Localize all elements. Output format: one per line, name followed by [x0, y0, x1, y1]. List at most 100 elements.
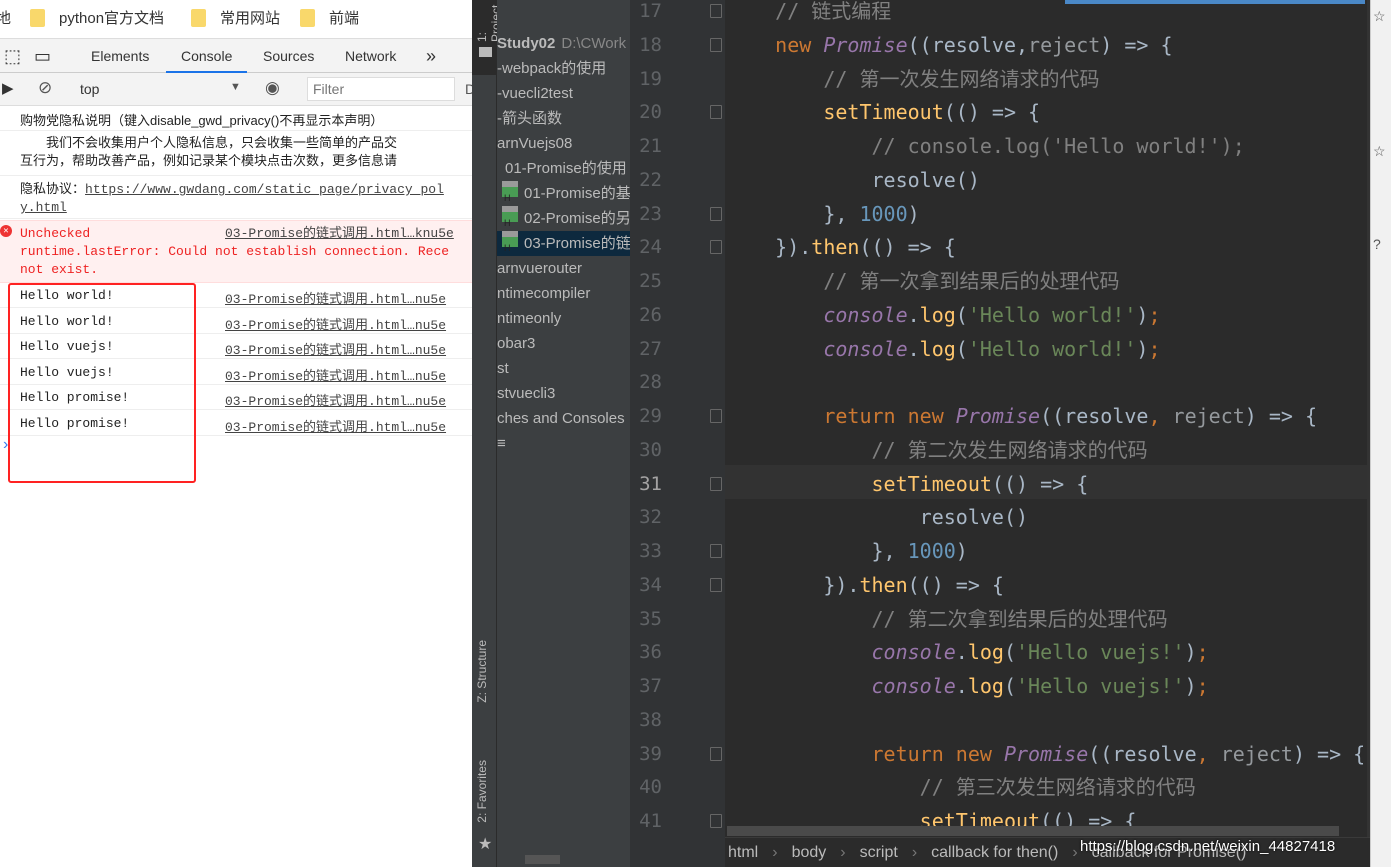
breadcrumb-item[interactable]: callback for then() [931, 844, 1058, 862]
bookmark-frontend[interactable]: 前端 [300, 0, 359, 35]
code-line: setTimeout(() => { [727, 95, 1040, 129]
code-token: }). [727, 235, 812, 260]
clear-console-icon[interactable]: ⊘ [38, 78, 52, 98]
editor-gutter: 17 18 19 20 21 22 23 24 25 26 27 28 29 30 31 32 33 34 35 36… [630, 0, 725, 867]
tree-item[interactable]: obar3 [497, 331, 535, 356]
code-token: ( [955, 302, 968, 327]
tree-item[interactable]: H 03-Promise的链 [497, 231, 630, 256]
levels-dropdown[interactable]: D [465, 81, 472, 97]
code-token: 1000 [907, 539, 956, 563]
source-link[interactable]: 03-Promise的链式调用.html…nu5e [225, 339, 446, 358]
tab-structure[interactable]: Z: Structure [475, 640, 489, 703]
fold-marker-icon[interactable] [710, 476, 722, 491]
folder-icon [191, 8, 206, 27]
sidebar-toggle-icon[interactable]: ▶ [2, 79, 14, 97]
source-link[interactable]: 03-Promise的链式调用.html…nu5e [225, 390, 446, 409]
chevron-down-icon[interactable]: ▼ [230, 81, 241, 93]
device-toolbar-icon[interactable]: ▭ [34, 39, 51, 73]
code-line: return new Promise((resolve, reject) => … [727, 399, 1317, 433]
html-file-icon: H [502, 231, 518, 253]
fold-marker-icon[interactable] [710, 814, 722, 828]
line-number: 21 [639, 135, 662, 157]
code-token: ( [1003, 640, 1016, 665]
tree-item[interactable]: -箭头函数 [497, 106, 562, 131]
ide-window: 1: Project Z: Structure 2: Favorites ★ S… [472, 0, 1370, 867]
breadcrumb-item[interactable]: script [860, 844, 898, 862]
fold-marker-icon[interactable] [710, 409, 722, 423]
fold-marker-icon[interactable] [710, 544, 722, 558]
tree-item[interactable]: -vuecli2test [497, 81, 573, 106]
code-token: // 第一次发生网络请求的代码 [727, 66, 1100, 91]
line-number: 37 [639, 675, 662, 697]
code-token: 'Hello world!' [967, 302, 1137, 327]
inspect-element-icon[interactable]: ⬚ [4, 39, 21, 73]
code-token: (() => { [907, 572, 1004, 597]
tree-item[interactable]: -webpack的使用 [497, 56, 606, 81]
source-link[interactable]: 03-Promise的链式调用.html…nu5e [225, 288, 446, 307]
fold-marker-icon[interactable] [710, 206, 722, 221]
tree-item[interactable]: Study02 D:\CWork [497, 31, 626, 56]
tree-item-label: ≡ [497, 435, 506, 452]
code-token: }, [727, 201, 860, 226]
tree-item-label: -箭头函数 [497, 110, 562, 127]
source-link[interactable]: 03-Promise的链式调用.html…nu5e [225, 416, 446, 435]
chevron-right-icon: › [1072, 843, 1078, 861]
tab-console[interactable]: Console [166, 39, 248, 73]
code-token: return new [727, 741, 1004, 766]
tree-item[interactable]: stvuecli3 [497, 381, 555, 406]
star-icon[interactable]: ☆ [1373, 143, 1386, 160]
code-token: . [955, 640, 968, 665]
code-token: console [727, 302, 908, 327]
eye-icon[interactable]: ◉ [265, 78, 280, 98]
star-icon[interactable]: ☆ [1373, 8, 1386, 25]
bookmark-cut[interactable]: 地 [0, 0, 11, 35]
console-error: ✕ Unchecked runtime.lastError: Could not… [0, 220, 472, 283]
chevron-right-icon: › [911, 843, 918, 861]
tree-scrollbar[interactable] [525, 855, 560, 864]
horizontal-scrollbar[interactable] [727, 826, 1339, 836]
fold-marker-icon[interactable] [710, 577, 722, 592]
editor-tab-indicator [1065, 0, 1365, 4]
tree-item[interactable]: arnvuerouter [497, 256, 582, 281]
line-number: 19 [639, 67, 662, 90]
tree-item-label: ntimecompiler [497, 285, 591, 302]
tree-item[interactable]: H 02-Promise的另 [497, 206, 630, 231]
filter-input[interactable] [307, 77, 455, 101]
tree-item[interactable]: ntimeonly [497, 306, 561, 331]
tab-sources[interactable]: Sources [263, 39, 314, 73]
tab-favorites[interactable]: 2: Favorites [475, 760, 489, 823]
tree-item[interactable]: ches and Consoles [497, 406, 625, 431]
bookmark-python-docs[interactable]: python官方文档 [30, 0, 164, 35]
tree-item[interactable]: ≡ [497, 431, 506, 456]
bookmark-common-sites[interactable]: 常用网站 [191, 0, 280, 35]
breadcrumb-item[interactable]: html [728, 844, 758, 862]
chevron-right-icon: › [772, 843, 778, 861]
more-tabs-button[interactable]: » [426, 39, 436, 73]
fold-marker-icon[interactable] [710, 105, 722, 120]
tree-item[interactable]: 01-Promise的使用 [497, 156, 627, 181]
fold-marker-icon[interactable] [710, 4, 722, 18]
breadcrumb-item[interactable]: body [792, 844, 827, 862]
tree-item[interactable]: st [497, 356, 509, 381]
source-link[interactable]: 03-Promise的链式调用.html…nu5e [225, 365, 446, 384]
code-token: ) [955, 539, 968, 563]
tree-item[interactable]: arnVuejs08 [497, 131, 572, 156]
privacy-link[interactable]: y.html [20, 199, 472, 217]
source-link[interactable]: 03-Promise的链式调用.html…nu5e [225, 314, 446, 333]
code-token: console [727, 640, 956, 665]
console-message: 隐私协议：https://www.gwdang.com/static_page/… [0, 176, 472, 219]
source-link[interactable]: 03-Promise的链式调用.html…knu5e [225, 225, 454, 243]
fold-marker-icon[interactable] [710, 37, 722, 52]
fold-marker-icon[interactable] [710, 240, 722, 255]
tab-network[interactable]: Network [345, 39, 396, 73]
tree-item[interactable]: H 01-Promise的基 [497, 181, 630, 206]
fold-marker-icon[interactable] [710, 746, 722, 761]
tab-elements[interactable]: Elements [91, 39, 149, 73]
line-number: 38 [639, 708, 662, 731]
line-number: 41 [639, 810, 662, 832]
help-icon[interactable]: ? [1373, 236, 1381, 252]
privacy-link[interactable]: https://www.gwdang.com/static_page/priva… [85, 182, 444, 197]
code-token: 'Hello vuejs!' [1016, 674, 1185, 698]
tree-item[interactable]: ntimecompiler [497, 281, 590, 306]
context-select[interactable]: top [80, 81, 99, 97]
